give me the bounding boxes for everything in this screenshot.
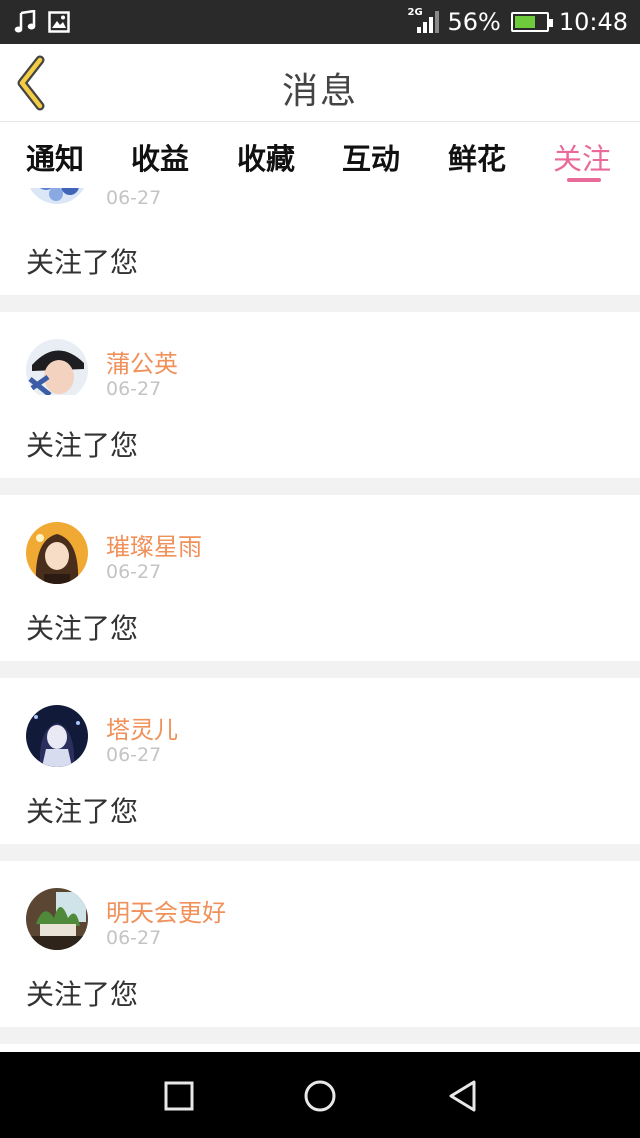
notification-text: 关注了您 — [26, 612, 139, 645]
avatar[interactable] — [26, 888, 88, 950]
status-bar: 2G 56% 10:48 — [0, 0, 640, 44]
notification-text: 关注了您 — [26, 246, 139, 279]
notification-text: 关注了您 — [26, 795, 139, 828]
recent-apps-icon[interactable] — [159, 1076, 199, 1116]
list-item[interactable]: 06-27 关注了您 — [0, 188, 640, 295]
notification-text: 关注了您 — [26, 429, 139, 462]
list-item[interactable]: 明天会更好 06-27 关注了您 — [0, 861, 640, 1027]
image-icon — [48, 11, 70, 33]
notification-date: 06-27 — [106, 188, 162, 209]
battery-icon — [510, 12, 553, 32]
list-item[interactable]: 璀璨星雨 06-27 关注了您 — [0, 495, 640, 661]
home-icon[interactable] — [300, 1076, 340, 1116]
avatar[interactable] — [26, 188, 88, 204]
status-left-icons — [14, 10, 70, 34]
tab-notice[interactable]: 通知 — [26, 136, 84, 178]
system-nav-bar — [0, 1052, 640, 1138]
username[interactable]: 蒲公英 — [106, 344, 178, 379]
back-icon[interactable] — [443, 1076, 483, 1116]
list-item[interactable]: 塔灵儿 06-27 关注了您 — [0, 678, 640, 844]
avatar[interactable] — [26, 522, 88, 584]
notification-date: 06-27 — [106, 744, 162, 766]
signal-icon: 2G — [407, 7, 440, 37]
battery-percent: 56% — [447, 8, 501, 36]
page-title: 消息 — [281, 71, 358, 112]
list-item[interactable] — [0, 1044, 640, 1052]
network-type: 2G — [407, 7, 423, 18]
tab-favorites[interactable]: 收藏 — [237, 136, 295, 178]
username[interactable]: 明天会更好 — [106, 893, 226, 928]
notification-date: 06-27 — [106, 927, 162, 949]
username[interactable]: 璀璨星雨 — [106, 527, 202, 562]
notification-date: 06-27 — [106, 561, 162, 583]
tab-interaction[interactable]: 互动 — [342, 136, 400, 178]
tab-bar: 通知 收益 收藏 互动 鲜花 关注 — [0, 122, 640, 188]
tab-active-indicator — [567, 178, 601, 182]
screen: 2G 56% 10:48 消息 通知 收益 收藏 互动 鲜花 关注 06-27 … — [0, 0, 640, 1138]
avatar[interactable] — [26, 705, 88, 767]
notification-list[interactable]: 06-27 关注了您 蒲公英 06-27 关注了您 璀璨星雨 06-27 关注了… — [0, 188, 640, 1052]
avatar[interactable] — [26, 339, 88, 401]
music-icon — [14, 10, 36, 33]
username[interactable]: 塔灵儿 — [106, 710, 178, 745]
status-time: 10:48 — [558, 8, 628, 36]
status-right: 2G 56% 10:48 — [407, 0, 628, 44]
notification-date: 06-27 — [106, 378, 162, 400]
list-item[interactable]: 蒲公英 06-27 关注了您 — [0, 312, 640, 478]
header: 消息 — [0, 44, 640, 122]
tab-flowers[interactable]: 鲜花 — [448, 136, 506, 178]
tab-follow[interactable]: 关注 — [553, 136, 611, 178]
tab-earnings[interactable]: 收益 — [131, 136, 189, 178]
notification-text: 关注了您 — [26, 978, 139, 1011]
